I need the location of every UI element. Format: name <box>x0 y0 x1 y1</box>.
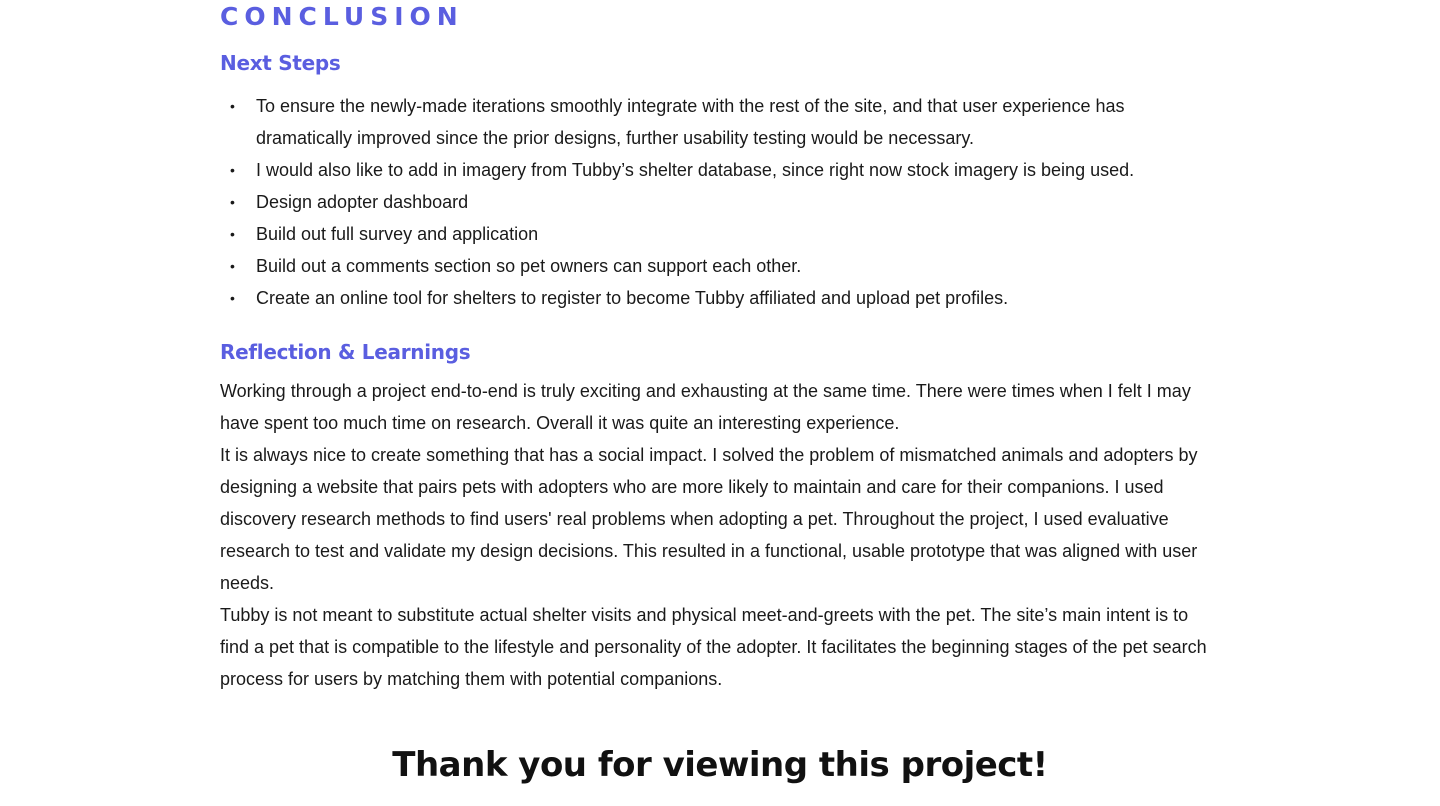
bullet-icon: • <box>230 98 235 114</box>
reflection-paragraph: Working through a project end-to-end is … <box>220 381 1191 433</box>
list-item-text: Create an online tool for shelters to re… <box>256 288 1009 308</box>
bullet-icon: • <box>230 162 235 178</box>
list-item: • I would also like to add in imagery fr… <box>220 154 1220 186</box>
reflection-paragraph: It is always nice to create something th… <box>220 445 1198 593</box>
list-item-text: Design adopter dashboard <box>256 192 469 212</box>
list-item-text: Build out a comments section so pet owne… <box>256 256 802 276</box>
list-item-text: I would also like to add in imagery from… <box>256 160 1135 180</box>
next-steps-list: • To ensure the newly-made iterations sm… <box>220 90 1220 314</box>
list-item-text: Build out full survey and application <box>256 224 539 244</box>
bullet-icon: • <box>230 226 235 242</box>
bullet-icon: • <box>230 290 235 306</box>
reflection-paragraph: Tubby is not meant to substitute actual … <box>220 605 1207 689</box>
next-steps-heading: Next Steps <box>220 51 341 75</box>
bullet-icon: • <box>230 194 235 210</box>
list-item: • Create an online tool for shelters to … <box>220 282 1220 314</box>
list-item: • Design adopter dashboard <box>220 186 1220 218</box>
list-item: • Build out full survey and application <box>220 218 1220 250</box>
bullet-icon: • <box>230 258 235 274</box>
list-item: • To ensure the newly-made iterations sm… <box>220 90 1220 154</box>
thank-you-heading: Thank you for viewing this project! <box>392 745 1048 785</box>
list-item-text: To ensure the newly-made iterations smoo… <box>256 96 1125 148</box>
reflection-body: Working through a project end-to-end is … <box>220 375 1220 695</box>
reflection-heading: Reflection & Learnings <box>220 340 471 364</box>
list-item: • Build out a comments section so pet ow… <box>220 250 1220 282</box>
section-title: CONCLUSION <box>220 2 464 31</box>
